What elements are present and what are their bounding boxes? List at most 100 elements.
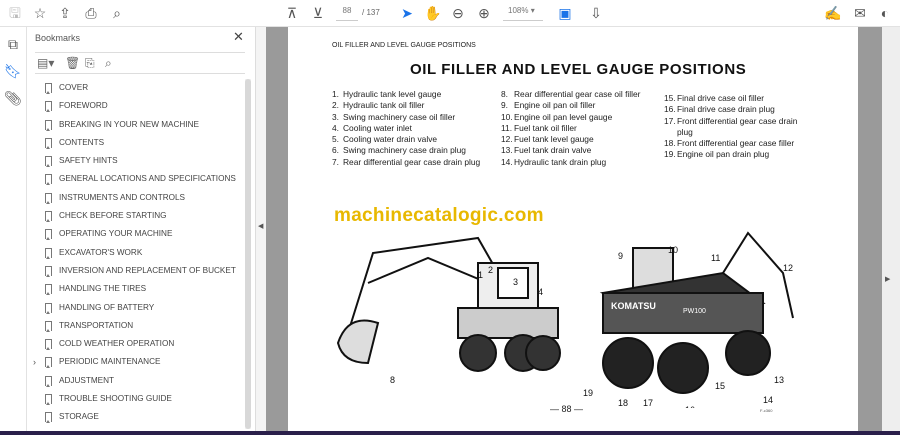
taskbar: [0, 431, 900, 435]
zoom-value: 108%: [508, 6, 529, 15]
callout-label: 1: [478, 270, 483, 280]
bookmark-item[interactable]: TRANSPORTATION: [27, 317, 245, 335]
expand-chevron-icon[interactable]: ›: [33, 353, 36, 371]
upload-cloud-icon[interactable]: ⇪: [56, 4, 74, 22]
zoom-select[interactable]: 108% ▾: [503, 6, 543, 21]
legend-column-3: 15. Final drive case oil filler 16. Final d…: [664, 93, 814, 161]
legend-number: 8.: [501, 89, 508, 99]
attachment-icon[interactable]: 📎︎: [4, 89, 22, 107]
bookmark-icon: [45, 265, 52, 277]
bookmark-icon: [45, 247, 52, 259]
expand-arrow-icon: ▶: [885, 276, 891, 283]
legend-number: 1.: [332, 89, 339, 99]
options-menu-icon[interactable]: ▤▾: [37, 56, 54, 70]
bookmark-item[interactable]: GENERAL LOCATIONS AND SPECIFICATIONS: [27, 170, 245, 188]
bookmark-item[interactable]: FOREWORD: [27, 97, 245, 115]
save-icon[interactable]: 🖫: [6, 4, 24, 22]
bookmarks-scrollbar[interactable]: [245, 79, 251, 429]
legend-text: Swing machinery case drain plug: [343, 145, 466, 156]
legend-item: 2. Hydraulic tank oil filler: [332, 100, 482, 111]
legend-number: 11.: [501, 122, 513, 133]
next-page-icon[interactable]: ⊻: [309, 4, 327, 22]
bookmark-item[interactable]: › PERIODIC MAINTENANCE: [27, 353, 245, 371]
bookmark-item[interactable]: STORAGE: [27, 408, 245, 426]
scroll-mode-icon[interactable]: ⇩: [587, 4, 605, 22]
legend-text: Rear differential gear case drain plug: [343, 156, 481, 167]
page-title: OIL FILLER AND LEVEL GAUGE POSITIONS: [410, 61, 747, 78]
bookmark-icon: [45, 284, 52, 296]
close-icon[interactable]: ✕: [233, 29, 244, 45]
bookmark-item[interactable]: CONTENTS: [27, 134, 245, 152]
page-number-input[interactable]: 88: [336, 6, 358, 21]
hand-tool-icon[interactable]: ✋: [424, 4, 442, 22]
machine-model: PW100: [683, 308, 706, 315]
bookmark-item[interactable]: INVERSION AND REPLACEMENT OF BUCKET: [27, 262, 245, 280]
bookmarks-icon[interactable]: 🔖︎: [4, 62, 22, 80]
bookmark-icon: [45, 375, 52, 387]
bookmark-item[interactable]: EXCAVATOR'S WORK: [27, 244, 245, 262]
bookmark-label: INVERSION AND REPLACEMENT OF BUCKET: [59, 265, 236, 275]
bookmarks-toolbar: ▤▾ 🗑︎ ⎘ ⌕: [35, 52, 245, 74]
bookmark-icon: [45, 357, 52, 369]
legend-item: 11. Fuel tank oil filler: [501, 123, 651, 134]
bookmark-label: OPERATING YOUR MACHINE: [59, 229, 173, 239]
legend-item: 7. Rear differential gear case drain plug: [332, 157, 482, 168]
toolbar: 🖫 ☆ ⇪ ⎙ ⌕ ⊼ ⊻ 88 / 137 ➤ ✋ ⊖ ⊕ 108% ▾ ▣ …: [0, 0, 900, 27]
bookmark-icon: [45, 156, 52, 168]
legend-number: 4.: [332, 122, 339, 133]
bookmark-icon: [45, 302, 52, 314]
bookmark-item[interactable]: HANDLING OF BATTERY: [27, 299, 245, 317]
new-bookmark-icon[interactable]: ⎘: [85, 56, 95, 71]
legend-number: 5.: [332, 134, 339, 145]
email-icon[interactable]: ✉: [851, 4, 869, 22]
legend-item: 17. Front differential gear case drain pl…: [664, 116, 814, 139]
bookmark-label: COVER: [59, 83, 89, 92]
legend-text: Fuel tank oil filler: [514, 122, 577, 133]
page-fit-icon[interactable]: ▣: [556, 4, 574, 22]
legend-text: Cooling water drain valve: [343, 134, 438, 145]
zoom-out-icon[interactable]: ⊖: [449, 4, 467, 22]
find-bookmark-icon[interactable]: ⌕: [105, 56, 112, 71]
bookmark-label: GENERAL LOCATIONS AND SPECIFICATIONS: [59, 174, 236, 184]
bookmark-item[interactable]: COLD WEATHER OPERATION: [27, 335, 245, 353]
callout-label: 17: [643, 398, 653, 408]
bookmark-item[interactable]: CHECK BEFORE STARTING: [27, 207, 245, 225]
delete-icon[interactable]: 🗑︎: [65, 56, 80, 70]
right-collapse-handle[interactable]: ▶: [882, 27, 900, 431]
bookmark-label: HANDLING THE TIRES: [59, 284, 147, 294]
legend-item: 13. Fuel tank drain valve: [501, 145, 651, 156]
legend-item: 12. Fuel tank level gauge: [501, 134, 651, 145]
pdf-page: OIL FILLER AND LEVEL GAUGE POSITIONS OIL…: [288, 27, 858, 431]
excavator-side-illustration: 12345678: [336, 236, 561, 385]
bookmark-item[interactable]: ADJUSTMENT: [27, 372, 245, 390]
bookmark-icon: [45, 320, 52, 332]
bookmark-item[interactable]: BREAKING IN YOUR NEW MACHINE: [27, 116, 245, 134]
bookmark-item[interactable]: TROUBLE SHOOTING GUIDE: [27, 390, 245, 408]
bookmark-icon: [45, 119, 52, 131]
bookmark-item[interactable]: SAFETY HINTS: [27, 152, 245, 170]
legend-number: 9.: [501, 100, 508, 111]
print-icon[interactable]: ⎙: [82, 4, 100, 22]
legend-number: 10.: [501, 111, 513, 122]
legend-text: Hydraulic tank level gauge: [343, 89, 442, 99]
bookmark-label: INSTRUMENTS AND CONTROLS: [59, 192, 186, 202]
callout-label: 11: [711, 253, 720, 263]
account-icon[interactable]: ◐: [876, 4, 894, 22]
zoom-in-icon[interactable]: ⊕: [475, 4, 493, 22]
select-cursor-icon[interactable]: ➤: [398, 4, 416, 22]
sign-icon[interactable]: ✍: [824, 4, 842, 22]
panel-collapse-handle[interactable]: ◀: [255, 27, 266, 431]
page-thumbnails-icon[interactable]: ⧉: [4, 35, 22, 53]
bookmark-item[interactable]: HANDLING THE TIRES: [27, 280, 245, 298]
legend-number: 12.: [501, 134, 513, 145]
bookmark-item[interactable]: COVER: [27, 79, 245, 97]
search-icon[interactable]: ⌕: [108, 4, 126, 22]
legend-item: 10. Engine oil pan level gauge: [501, 112, 651, 123]
callout-label: 16: [685, 405, 695, 408]
legend-item: 16. Final drive case drain plug: [664, 104, 814, 115]
bookmark-item[interactable]: INSTRUMENTS AND CONTROLS: [27, 189, 245, 207]
bookmark-star-icon[interactable]: ☆: [31, 4, 49, 22]
previous-page-icon[interactable]: ⊼: [283, 4, 301, 22]
bookmark-item[interactable]: OPERATING YOUR MACHINE: [27, 225, 245, 243]
legend-number: 14.: [501, 156, 513, 167]
